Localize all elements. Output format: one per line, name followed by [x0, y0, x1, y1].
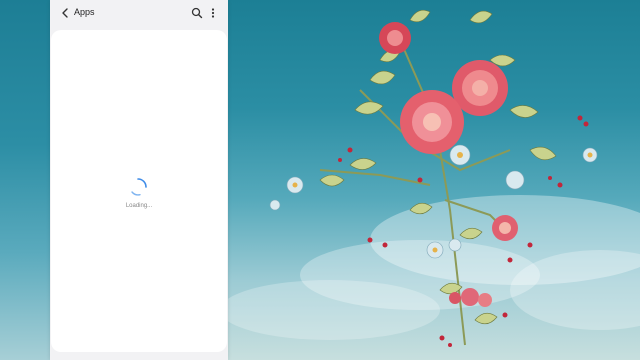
chevron-left-icon — [62, 8, 68, 18]
search-button[interactable] — [191, 6, 203, 19]
app-bar: Apps — [50, 0, 228, 26]
more-vertical-icon — [211, 8, 215, 18]
search-icon — [191, 7, 203, 19]
apps-panel: Apps Loading... — [50, 0, 228, 360]
more-options-button[interactable] — [208, 6, 218, 18]
panel-bottom-edge — [50, 353, 228, 360]
back-button[interactable] — [58, 6, 72, 20]
floral-bouquet-image — [269, 9, 598, 347]
loading-spinner-icon — [131, 178, 147, 196]
page-title: Apps — [74, 7, 95, 17]
left-wallpaper-strip — [0, 0, 50, 360]
loading-label: Loading... — [125, 203, 153, 209]
apps-content-area: Loading... — [51, 30, 227, 352]
